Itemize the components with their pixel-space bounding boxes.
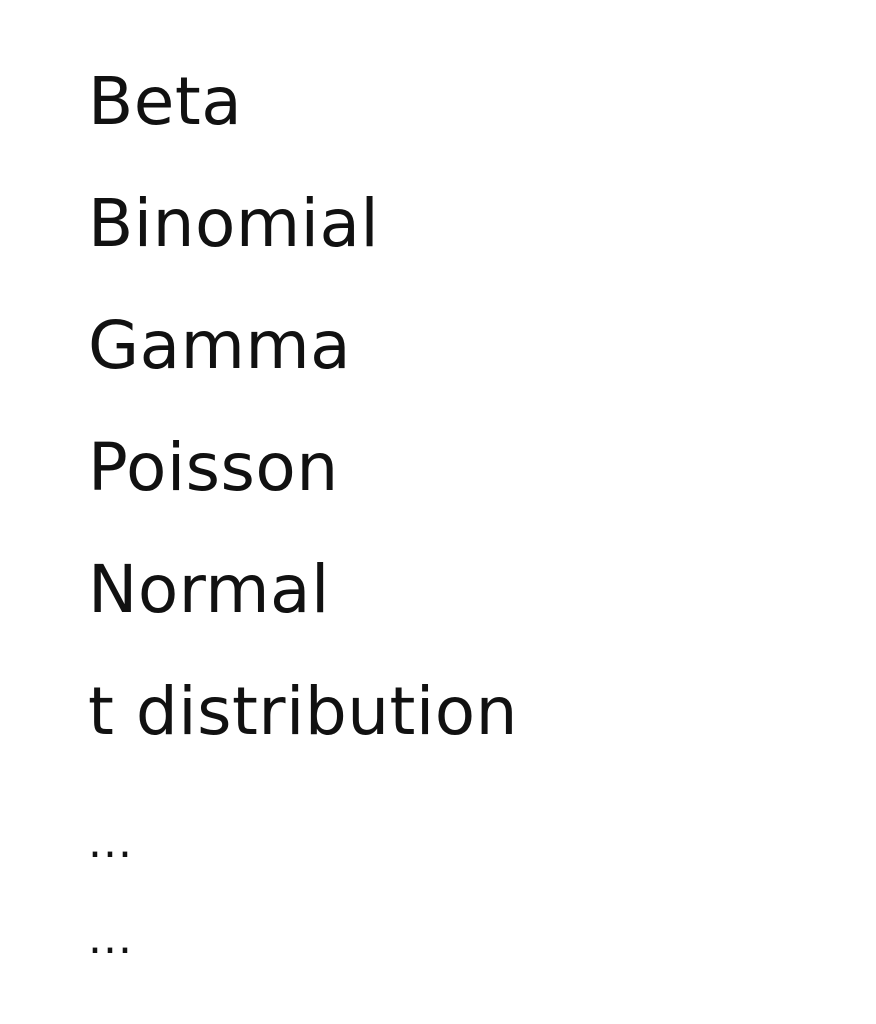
list-item-ellipsis: ...: [88, 817, 133, 868]
distribution-list: Beta Binomial Gamma Poisson Normal t dis…: [88, 40, 518, 965]
list-item-normal: Normal: [88, 550, 330, 628]
list-item-t-distribution: t distribution: [88, 672, 518, 750]
list-item-binomial: Binomial: [88, 184, 380, 262]
list-item-poisson: Poisson: [88, 428, 339, 506]
list-item-ellipsis: ...: [88, 913, 133, 964]
list-item-gamma: Gamma: [88, 306, 352, 384]
list-item-beta: Beta: [88, 62, 243, 140]
